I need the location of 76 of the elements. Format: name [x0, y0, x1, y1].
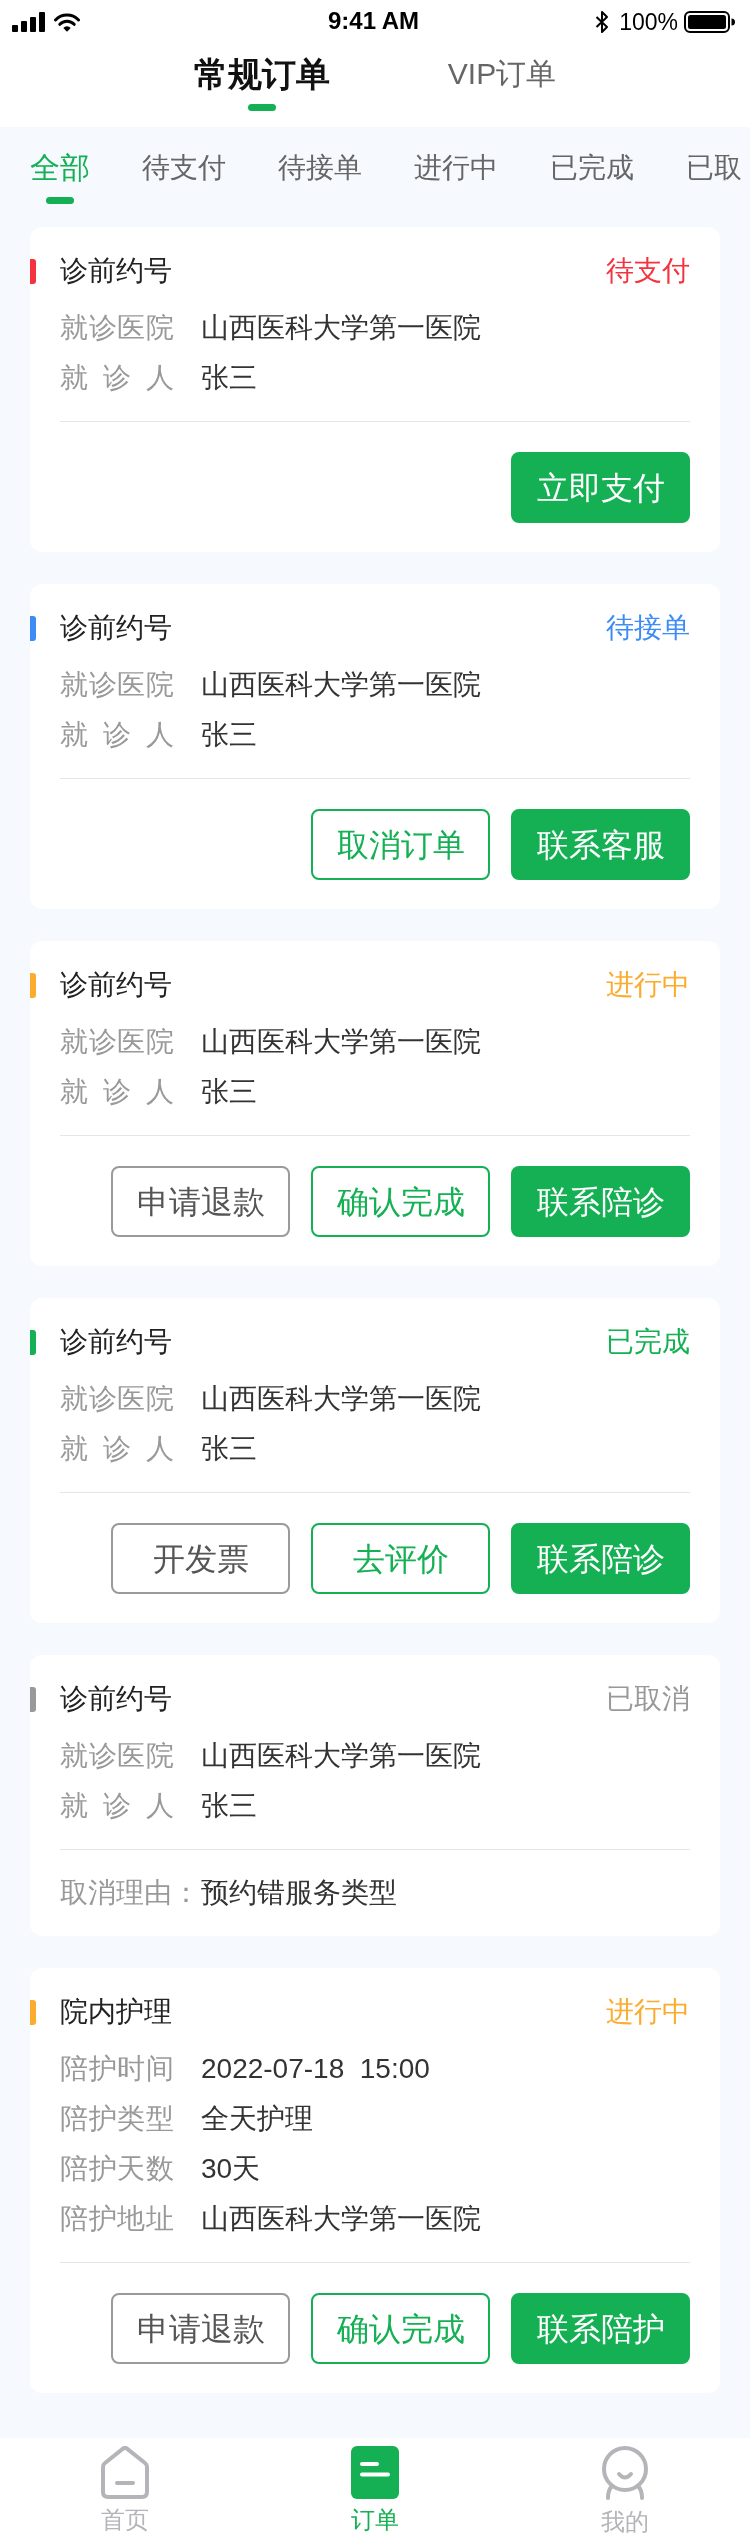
field-label: 就诊医院	[60, 311, 174, 345]
field-label: 陪护地址	[60, 2202, 174, 2236]
action-button[interactable]: 联系客服	[511, 809, 690, 880]
field-value: 张三	[201, 1432, 257, 1466]
order-status: 进行中	[606, 971, 690, 999]
action-button[interactable]: 确认完成	[311, 1166, 490, 1237]
field-value: 山西医科大学第一医院	[201, 2202, 481, 2236]
battery-percent: 100%	[619, 10, 678, 34]
bluetooth-icon	[595, 10, 610, 34]
field-value: 山西医科大学第一医院	[201, 311, 481, 345]
order-title: 院内护理	[60, 1998, 172, 2026]
status-filter-tab[interactable]: 待支付	[142, 153, 226, 227]
field-label: 陪护时间	[60, 2052, 174, 2086]
tab-indicator-icon	[46, 197, 74, 204]
order-status: 已完成	[606, 1328, 690, 1356]
order-title: 诊前约号	[60, 1328, 172, 1356]
field-label: 陪护天数	[60, 2152, 174, 2186]
field-value: 山西医科大学第一医院	[201, 1739, 481, 1773]
field-value: 30天	[201, 2152, 261, 2186]
field-label: 就诊医院	[60, 1025, 174, 1059]
field-label: 就诊医院	[60, 1739, 174, 1773]
order-status: 已取消	[606, 1685, 690, 1713]
order-type-tab[interactable]: VIP订单	[447, 44, 557, 127]
order-title: 诊前约号	[60, 257, 172, 285]
field-value: 山西医科大学第一医院	[201, 1382, 481, 1416]
action-button[interactable]: 取消订单	[311, 809, 490, 880]
field-label: 就 诊 人	[60, 1075, 174, 1109]
tab-bar-item[interactable]: 首页	[101, 2446, 149, 2532]
home-icon	[101, 2446, 149, 2499]
action-button[interactable]: 联系陪诊	[511, 1523, 690, 1594]
action-button[interactable]: 申请退款	[111, 2293, 290, 2364]
document-icon	[351, 2446, 399, 2499]
order-title: 诊前约号	[60, 1685, 172, 1713]
field-value: 张三	[201, 1789, 257, 1823]
status-time: 9:41 AM	[327, 6, 420, 34]
field-value: 山西医科大学第一医院	[201, 1025, 481, 1059]
field-value: 山西医科大学第一医院	[201, 668, 481, 702]
battery-icon	[684, 11, 735, 33]
tab-bar-item[interactable]: 我的	[599, 2446, 651, 2534]
order-status: 待支付	[606, 257, 690, 285]
order-type-tab[interactable]: 常规订单	[193, 44, 330, 127]
cancel-reason-value: 预约错服务类型	[201, 1876, 397, 1910]
action-button[interactable]: 联系陪护	[511, 2293, 690, 2364]
signal-icon	[12, 12, 46, 32]
field-label: 就 诊 人	[60, 1789, 174, 1823]
order-status: 待接单	[606, 614, 690, 642]
person-icon	[599, 2446, 651, 2501]
tab-indicator-icon	[247, 104, 276, 111]
status-filter-tab[interactable]: 进行中	[414, 153, 498, 227]
field-label: 就诊医院	[60, 668, 174, 702]
status-filter-tab[interactable]: 待接单	[278, 153, 362, 227]
status-filter-tab[interactable]: 已完成	[550, 153, 634, 227]
cancel-reason-label: 取消理由：	[60, 1876, 200, 1910]
action-button[interactable]: 去评价	[311, 1523, 490, 1594]
field-value: 2022-07-18 15:00	[201, 2052, 430, 2086]
action-button[interactable]: 开发票	[111, 1523, 290, 1594]
wifi-icon	[54, 12, 80, 32]
action-button[interactable]: 确认完成	[311, 2293, 490, 2364]
status-filter-tab[interactable]: 已取	[686, 153, 742, 227]
field-value: 张三	[201, 1075, 257, 1109]
field-label: 就 诊 人	[60, 1432, 174, 1466]
field-label: 就 诊 人	[60, 361, 174, 395]
field-label: 陪护类型	[60, 2102, 174, 2136]
field-label: 就诊医院	[60, 1382, 174, 1416]
order-title: 诊前约号	[60, 614, 172, 642]
field-label: 就 诊 人	[60, 718, 174, 752]
field-value: 张三	[201, 361, 257, 395]
tab-bar-item[interactable]: 订单	[351, 2446, 399, 2532]
action-button[interactable]: 立即支付	[511, 452, 690, 523]
status-filter-tab[interactable]: 全部	[30, 153, 90, 227]
field-value: 张三	[201, 718, 257, 752]
action-button[interactable]: 申请退款	[111, 1166, 290, 1237]
order-title: 诊前约号	[60, 971, 172, 999]
field-value: 全天护理	[201, 2102, 313, 2136]
action-button[interactable]: 联系陪诊	[511, 1166, 690, 1237]
order-status: 进行中	[606, 1998, 690, 2026]
